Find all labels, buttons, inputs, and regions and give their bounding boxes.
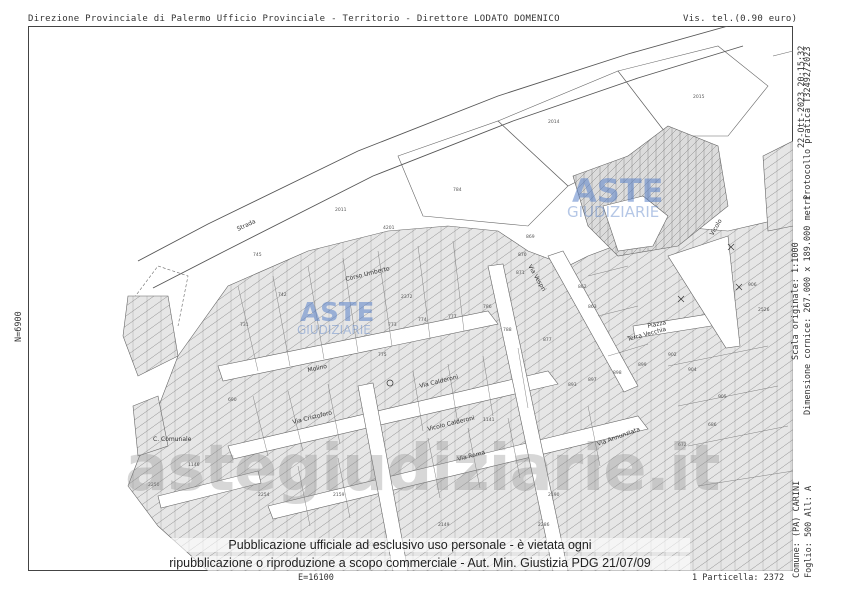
parcel-number: 4201 [383,225,395,231]
parcel-number: 686 [708,422,717,428]
parcel-number: 775 [378,352,387,358]
parcel-number: 871 [516,270,525,276]
parcel-number: 2286 [538,522,550,528]
dimensions-label: Dimensione cornice: 267.000 x 189.000 me… [803,194,813,415]
parcel-number: 893 [568,382,577,388]
office-header: Direzione Provinciale di Palermo Ufficio… [28,14,560,24]
street-label-strada: Strada [236,218,257,233]
particella-label: 1 Particella: 2372 [692,573,785,583]
parcel-number: 905 [718,394,727,400]
parcel-number: 784 [453,187,462,193]
watermark-site: astegiudiziarie.it [125,432,720,506]
scale-label: Scala originale: 1:1000 [791,242,801,360]
parcel-number: 899 [638,362,647,368]
parcel-number: 906 [748,282,757,288]
parcel-number: 862 [578,284,587,290]
notice-line-2: ripubblicazione o riproduzione a scopo c… [130,556,690,570]
parcel-number: 2149 [438,522,450,528]
parcel-number: 742 [278,292,287,298]
east-coordinate: E=16100 [298,573,334,583]
notice-line-1: Pubblicazione ufficiale ad esclusivo uso… [130,538,690,552]
parcel-number: 2526 [758,307,770,313]
parcel-number: 869 [526,234,535,240]
watermark-giudiziarie: GIUDIZIARIE [297,323,371,337]
watermark-giudiziarie: GIUDIZIARIE [567,203,660,221]
comune-label: Comune: (PA) CARINI [792,480,802,578]
north-coordinate: N=6900 [14,311,24,342]
fee-label: Vis. tel.(0.90 euro) [683,14,798,24]
parcel-number: 2372 [401,294,413,300]
parcel-number: 2014 [548,119,560,125]
parcel-number: 745 [253,252,262,258]
foglio-label: Foglio: 500 All: A [804,485,814,578]
parcel-number: 904 [688,367,697,373]
parcel-number: 898 [613,370,622,376]
protocol-label: Protocollo pratica T32492/2023 [803,46,813,200]
parcel-number: 877 [543,337,552,343]
parcel-number: 2011 [335,207,347,213]
parcel-number: 777 [448,314,457,320]
parcel-number: 786 [483,304,492,310]
parcel-number: 870 [518,252,527,258]
parcel-number: 902 [668,352,677,358]
parcel-number: 1141 [483,417,495,423]
parcel-number: 863 [588,304,597,310]
parcel-number: 690 [228,397,237,403]
parcel-number: 788 [503,327,512,333]
parcel-number: 2015 [693,94,705,100]
parcel-number: 897 [588,377,597,383]
parcel-number: 774 [418,317,427,323]
parcel-number: 731 [240,322,249,328]
parcel-number: 773 [388,322,397,328]
